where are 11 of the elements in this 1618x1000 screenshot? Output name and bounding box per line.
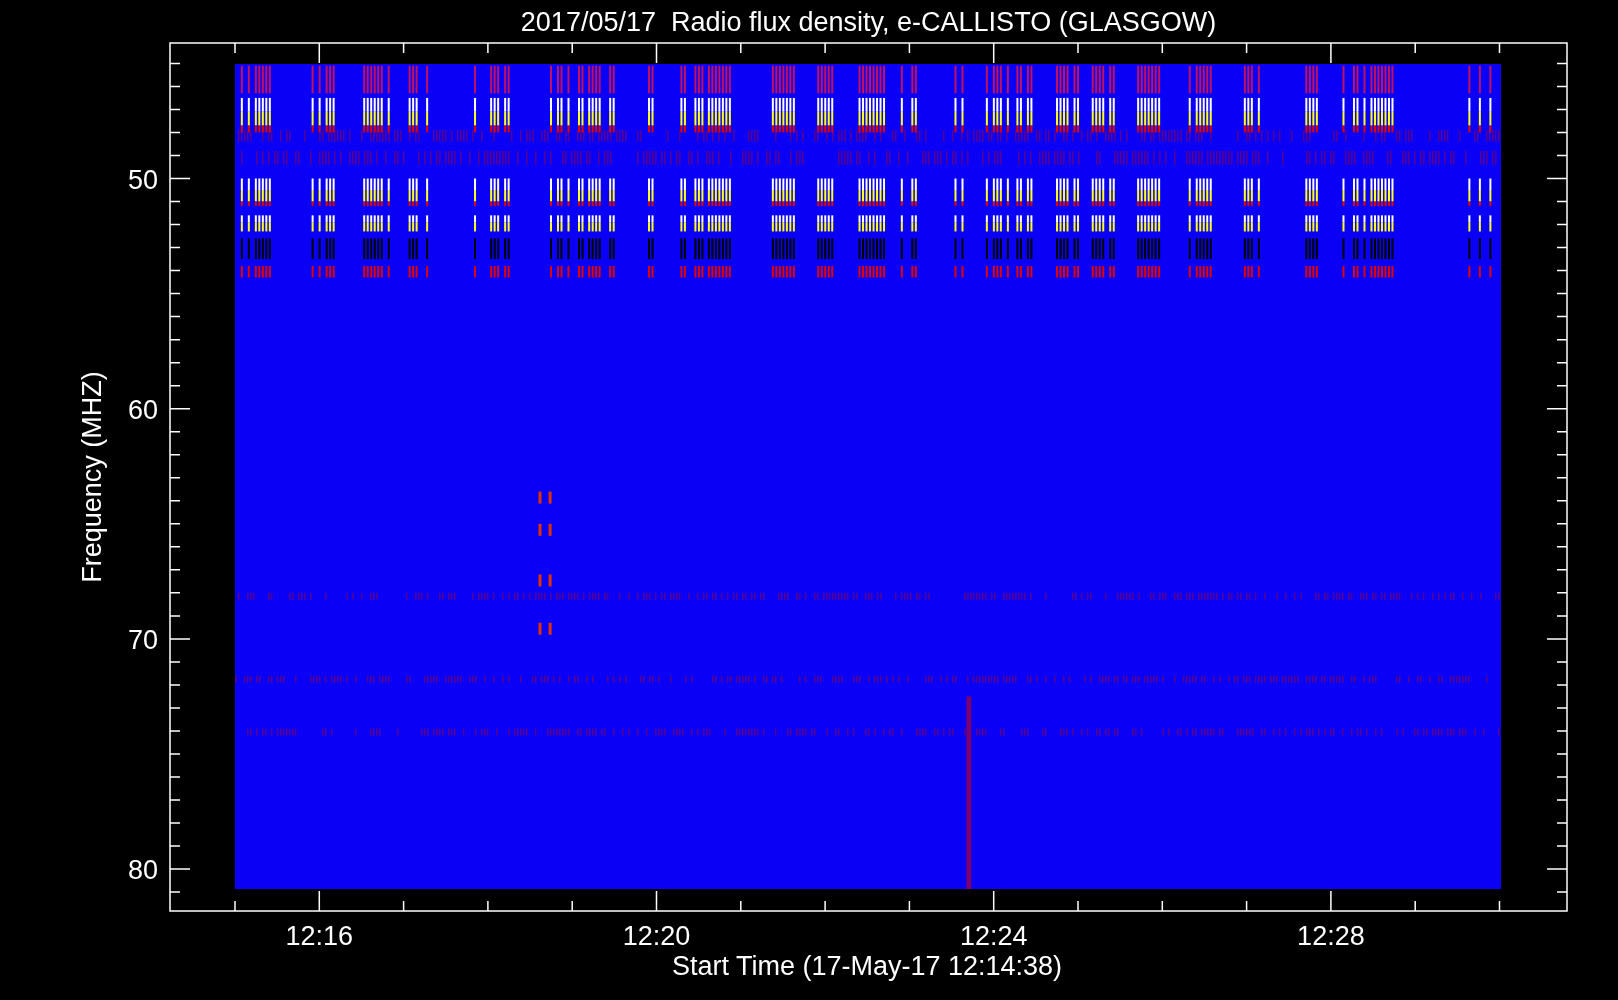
- y-tick-label: 80: [127, 855, 158, 886]
- y-tick-label: 60: [127, 394, 158, 425]
- x-axis-label: Start Time (17-May-17 12:14:38): [671, 951, 1063, 981]
- x-tick-label: 12:20: [622, 921, 691, 951]
- x-tick-label: 12:16: [285, 921, 354, 951]
- x-tick-label: 12:24: [959, 921, 1028, 951]
- y-tick-label: 50: [127, 164, 158, 195]
- x-tick-label: 12:28: [1297, 921, 1365, 951]
- chart-title: 2017/05/17 Radio flux density, e-CALLISTO (GLASGOW): [520, 7, 1217, 37]
- y-axis-label: Frequency (MHZ): [77, 371, 107, 583]
- y-tick-label: 70: [127, 624, 158, 655]
